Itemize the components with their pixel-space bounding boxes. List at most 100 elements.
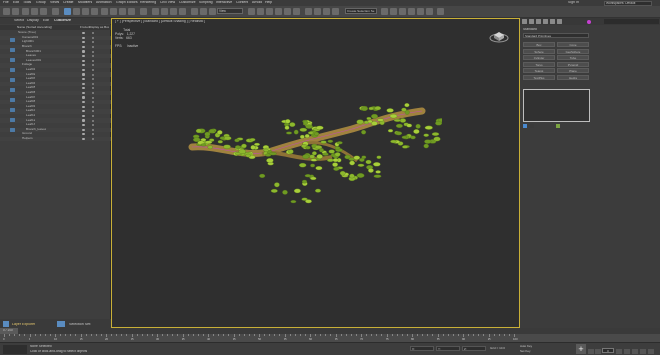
region-select-icon[interactable]	[82, 8, 89, 15]
ribbon-icon[interactable]	[399, 8, 406, 15]
selection-set-icon[interactable]	[57, 321, 65, 327]
bind-space-warp-icon[interactable]	[40, 8, 47, 15]
column-display-as-box[interactable]: Display as Box	[89, 26, 109, 29]
placement-icon[interactable]	[128, 8, 135, 15]
create-plane-button[interactable]: Plane	[557, 68, 589, 74]
visibility-icon[interactable]	[82, 91, 85, 95]
object-color-icon[interactable]	[587, 19, 591, 24]
menu-edit[interactable]: Edit	[13, 1, 19, 5]
display-box-toggle[interactable]	[92, 32, 94, 35]
track-bar[interactable]: 0 5 10 15 20 25 30 35 40 45 50 55 60 65 70 75 80 85 90 95 10…	[0, 334, 660, 342]
render-frame-window-icon[interactable]	[417, 8, 424, 15]
mirror-icon[interactable]	[191, 8, 198, 15]
go-to-start-icon[interactable]	[588, 349, 594, 354]
name-and-color-box[interactable]	[523, 89, 590, 122]
visibility-icon[interactable]	[82, 119, 85, 122]
visibility-icon[interactable]	[82, 96, 85, 99]
layer-icon[interactable]	[209, 8, 216, 15]
display-box-toggle[interactable]	[92, 50, 94, 53]
menu-group[interactable]: Group	[36, 1, 46, 5]
viewcube-icon[interactable]	[488, 27, 510, 43]
display-box-toggle[interactable]	[92, 59, 94, 62]
display-lights-icon[interactable]	[10, 88, 15, 92]
display-geometry-icon[interactable]	[10, 68, 15, 72]
create-tab-icon[interactable]	[522, 19, 527, 24]
visibility-icon[interactable]	[82, 78, 85, 81]
pan-icon[interactable]	[640, 349, 646, 354]
material-editor-icon[interactable]	[266, 8, 273, 15]
reference-coordinate-dropdown[interactable]: View	[217, 8, 243, 14]
display-shapes-icon[interactable]	[10, 78, 15, 82]
unlink-icon[interactable]	[31, 8, 38, 15]
display-invert-icon[interactable]	[10, 58, 15, 62]
filter-icon[interactable]	[52, 8, 59, 15]
viewport-label[interactable]: [ + ] [Perspective ] [Standard ] [Defaul…	[115, 20, 205, 23]
visibility-icon[interactable]	[82, 32, 85, 35]
display-box-toggle[interactable]	[92, 78, 94, 81]
play-icon[interactable]	[616, 349, 622, 354]
isolate-icon[interactable]	[332, 8, 339, 15]
display-box-toggle[interactable]	[92, 119, 94, 122]
visibility-icon[interactable]	[82, 64, 85, 67]
visibility-icon[interactable]	[82, 55, 85, 58]
visibility-icon[interactable]	[82, 137, 85, 141]
swatch-dark[interactable]	[530, 124, 534, 128]
menu-tools[interactable]: Tools	[23, 1, 31, 5]
display-box-toggle[interactable]	[92, 91, 94, 94]
menu-animation[interactable]: Animation	[96, 1, 112, 5]
rotate-icon[interactable]	[110, 8, 117, 15]
visibility-icon[interactable]	[82, 87, 85, 90]
y-coordinate[interactable]: Y:	[436, 346, 460, 351]
z-coordinate[interactable]: Z:	[462, 346, 486, 351]
tab-select[interactable]: Select	[14, 19, 24, 23]
active-shade-icon[interactable]	[426, 8, 433, 15]
utilities-tab-icon[interactable]	[557, 19, 562, 24]
move-icon[interactable]	[101, 8, 108, 15]
swatch-green[interactable]	[556, 124, 560, 128]
previous-frame-icon[interactable]	[595, 349, 601, 354]
visibility-icon[interactable]	[82, 105, 85, 108]
visibility-icon[interactable]	[82, 128, 85, 131]
display-box-toggle[interactable]	[92, 124, 94, 127]
menu-customize[interactable]: Customize	[179, 1, 196, 5]
set-key-button[interactable]: Set Key	[520, 350, 531, 353]
visibility-icon[interactable]	[82, 36, 85, 39]
display-box-toggle[interactable]	[92, 114, 94, 117]
redo-icon[interactable]	[12, 8, 19, 15]
create-box-button[interactable]: Box	[523, 42, 555, 47]
hierarchy-tab-icon[interactable]	[536, 19, 541, 24]
create-cylinder-button[interactable]: Cylinder	[523, 55, 555, 61]
visibility-icon[interactable]	[82, 110, 85, 113]
display-spacewarps-icon[interactable]	[10, 118, 15, 122]
create-pyramid-button[interactable]: Pyramid	[557, 61, 589, 67]
undo-icon[interactable]	[3, 8, 10, 15]
display-all-icon[interactable]	[10, 48, 15, 52]
create-torus-button[interactable]: Torus	[523, 61, 555, 67]
display-helpers-icon[interactable]	[10, 108, 15, 112]
menu-rendering[interactable]: Rendering	[140, 1, 156, 5]
display-box-toggle[interactable]	[92, 133, 94, 136]
current-frame-field[interactable]: 0	[602, 348, 614, 353]
layer-explorer-label[interactable]: Layer Explorer	[12, 323, 35, 327]
menu-modifiers[interactable]: Modifiers	[78, 1, 92, 5]
keyboard-shortcut-icon[interactable]	[305, 8, 312, 15]
visibility-icon[interactable]	[82, 59, 85, 62]
menu-civil-view[interactable]: Civil View	[160, 1, 175, 5]
display-box-toggle[interactable]	[92, 128, 94, 131]
primitive-type-dropdown[interactable]: Standard Primitives	[523, 33, 589, 38]
set-key-plus-icon[interactable]: +	[576, 344, 586, 354]
display-tab-icon[interactable]	[550, 19, 555, 24]
create-tube-button[interactable]: Tube	[557, 55, 589, 61]
column-name[interactable]: Name (Sorted Ascending)	[17, 26, 52, 29]
display-box-toggle[interactable]	[92, 45, 94, 48]
sign-in-link[interactable]: Sign In	[568, 1, 579, 5]
tab-edit[interactable]: Edit	[43, 19, 49, 23]
display-box-toggle[interactable]	[92, 82, 94, 85]
display-cameras-icon[interactable]	[10, 98, 15, 102]
angle-snap-icon[interactable]	[161, 8, 168, 15]
track-view-icon[interactable]	[408, 8, 415, 15]
display-box-toggle[interactable]	[92, 55, 94, 58]
percent-snap-icon[interactable]	[170, 8, 177, 15]
schematic-view-icon[interactable]	[257, 8, 264, 15]
display-box-toggle[interactable]	[92, 68, 94, 71]
